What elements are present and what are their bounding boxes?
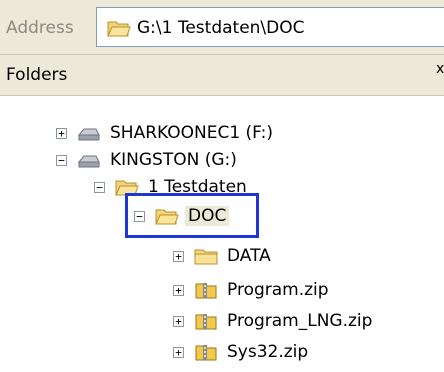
- tree-item-data[interactable]: + DATA: [173, 241, 274, 271]
- drive-icon: [77, 128, 100, 141]
- expand-icon[interactable]: +: [173, 284, 184, 296]
- zip-folder-icon: [195, 345, 217, 361]
- folder-icon: [194, 249, 218, 265]
- collapse-icon[interactable]: −: [94, 181, 105, 193]
- address-label: Address: [6, 18, 74, 38]
- tree-item-program-zip[interactable]: + Program.zip: [173, 275, 332, 305]
- folders-pane-header: Folders x: [0, 55, 444, 96]
- expand-icon[interactable]: +: [173, 250, 184, 262]
- tree-item-sys32-zip[interactable]: + Sys32.zip: [173, 337, 311, 367]
- tree-item-kingston[interactable]: − KINGSTON (G:): [56, 145, 240, 175]
- zip-folder-icon: [195, 283, 217, 299]
- expand-icon[interactable]: +: [173, 346, 184, 358]
- zip-folder-icon: [195, 314, 217, 330]
- expand-icon[interactable]: +: [56, 127, 67, 139]
- tree-item-sharkoonec1[interactable]: + SHARKOONEC1 (F:): [56, 118, 276, 148]
- tree-item-label: Sys32.zip: [227, 342, 309, 362]
- tree-item-label: Program.zip: [227, 280, 329, 300]
- drive-icon: [77, 155, 100, 168]
- folder-open-icon: [107, 21, 131, 37]
- tree-item-program-lng-zip[interactable]: + Program_LNG.zip: [173, 306, 375, 336]
- folders-title: Folders: [6, 65, 68, 85]
- expand-icon[interactable]: +: [173, 315, 184, 327]
- address-field[interactable]: G:\1 Testdaten\DOC: [96, 7, 444, 47]
- tree-item-label: KINGSTON (G:): [110, 150, 237, 170]
- tree-item-label: DATA: [227, 246, 271, 266]
- selection-highlight-box: [125, 193, 259, 238]
- collapse-icon[interactable]: −: [56, 154, 67, 166]
- address-bar: Address G:\1 Testdaten\DOC: [0, 0, 444, 55]
- address-path[interactable]: G:\1 Testdaten\DOC: [137, 18, 305, 38]
- close-icon[interactable]: x: [436, 61, 444, 77]
- tree-item-label: SHARKOONEC1 (F:): [110, 123, 273, 143]
- tree-item-label: Program_LNG.zip: [227, 311, 373, 331]
